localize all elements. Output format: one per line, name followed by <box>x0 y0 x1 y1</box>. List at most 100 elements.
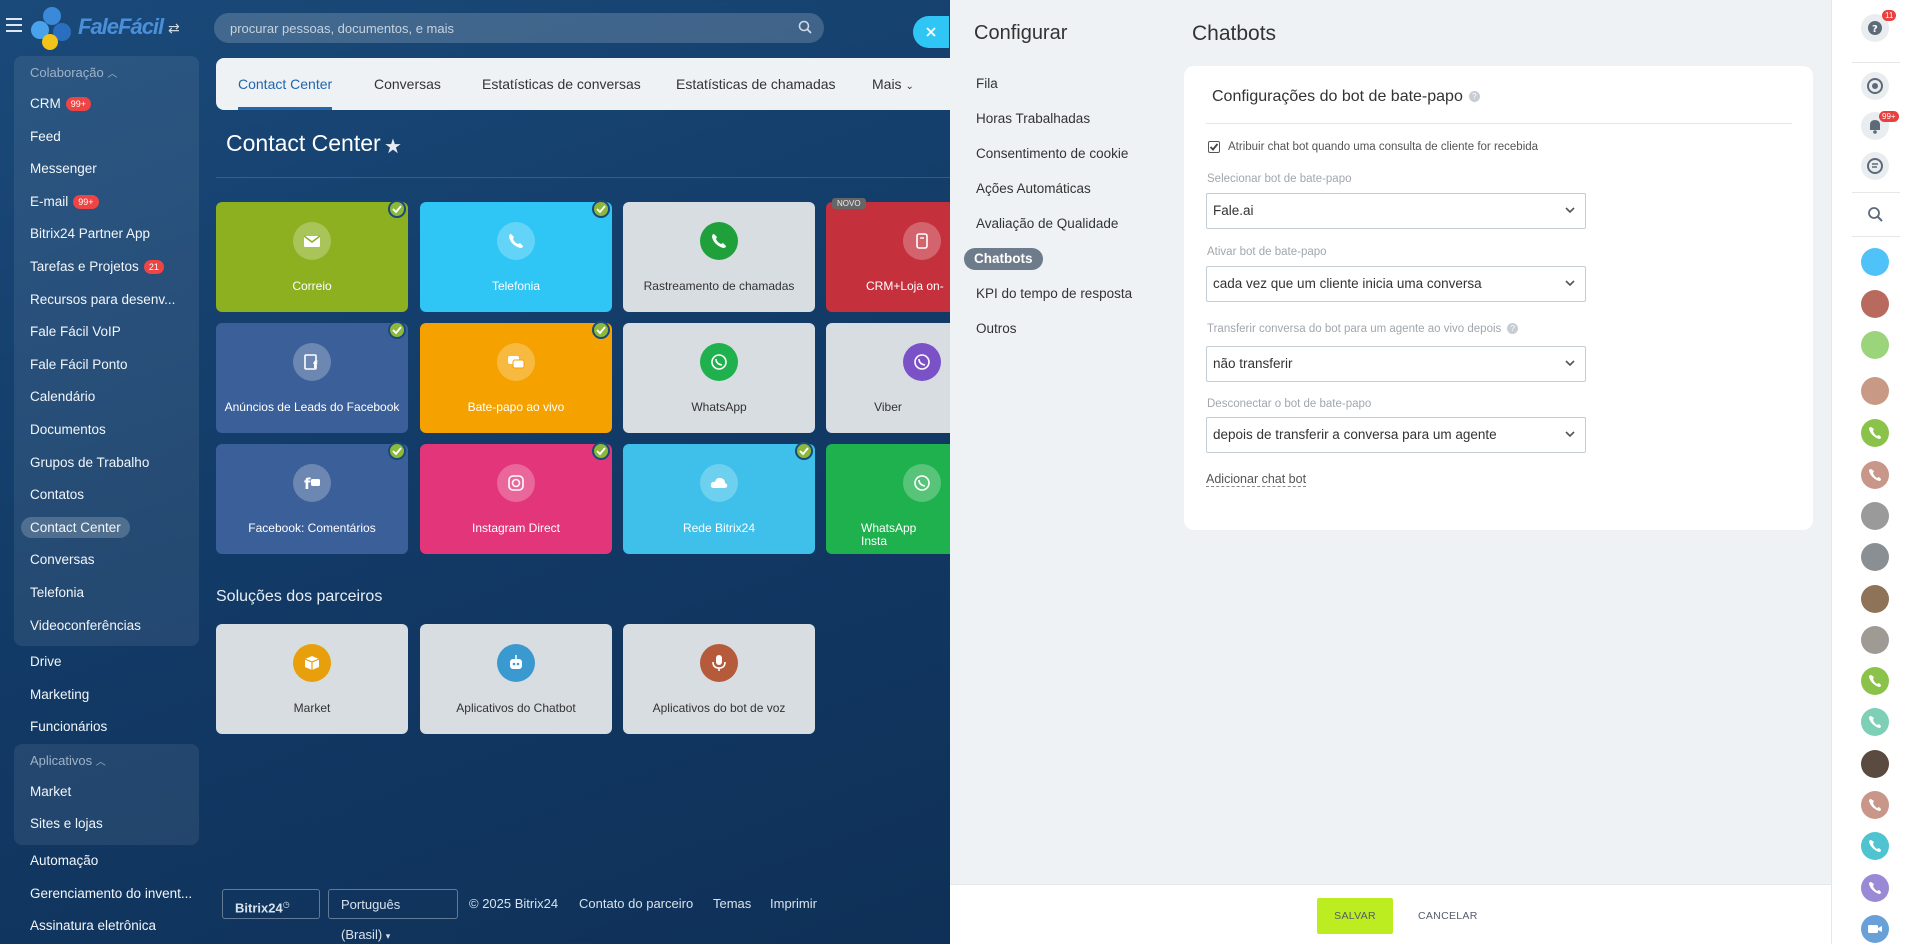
language-select[interactable]: Português (Brasil) ▾ <box>328 889 458 942</box>
group-title-apps[interactable]: Aplicativos ︿ <box>14 746 199 776</box>
transfer-dropdown[interactable]: não transferir <box>1206 346 1586 382</box>
settings-menu-chatbots[interactable]: Chatbots <box>964 248 1043 270</box>
footer-partner-link[interactable]: Contato do parceiro <box>579 889 693 919</box>
star-icon[interactable]: ★ <box>384 134 402 159</box>
sidebar-item-inventory[interactable]: Gerenciamento do invent... <box>0 878 200 911</box>
footer-themes-link[interactable]: Temas <box>713 889 751 919</box>
sidebar-item-market[interactable]: Market <box>14 776 199 809</box>
tab-conversations[interactable]: Conversas <box>374 58 441 110</box>
sidebar-item-conversations[interactable]: Conversas <box>14 544 199 577</box>
sidebar-item-ponto[interactable]: Fale Fácil Ponto <box>14 349 199 382</box>
user-avatar[interactable] <box>1861 626 1889 654</box>
phone-avatar-icon[interactable] <box>1861 461 1889 489</box>
tile-chatbot-apps[interactable]: Aplicativos do Chatbot <box>420 624 612 734</box>
settings-menu-queue[interactable]: Fila <box>976 71 998 97</box>
tile-whatsapp-instant[interactable]: WhatsApp Insta <box>826 444 950 554</box>
sidebar-item-dev-resources[interactable]: Recursos para desenv... <box>14 284 199 317</box>
logo[interactable]: FaleFácil <box>28 4 164 52</box>
sidebar-item-esignature[interactable]: Assinatura eletrônica <box>0 910 200 943</box>
add-chatbot-link[interactable]: Adicionar chat bot <box>1206 472 1307 487</box>
checkbox[interactable] <box>1208 141 1220 153</box>
tile-bitrix-network[interactable]: Rede Bitrix24 <box>623 442 815 554</box>
tile-telephony[interactable]: Telefonia <box>420 200 612 312</box>
sidebar-item-videoconferences[interactable]: Videoconferências <box>14 610 199 643</box>
phone-avatar-icon[interactable] <box>1861 791 1889 819</box>
tile-facebook-leads[interactable]: f Anúncios de Leads do Facebook <box>216 321 408 433</box>
tab-contact-center[interactable]: Contact Center <box>238 58 333 110</box>
tile-mail[interactable]: Correio <box>216 200 408 312</box>
sidebar-item-email[interactable]: E-mail 99+ <box>14 186 199 219</box>
user-avatar[interactable] <box>1861 290 1889 318</box>
close-button[interactable] <box>913 16 949 48</box>
chat-avatar[interactable] <box>1861 331 1889 359</box>
sidebar-item-drive[interactable]: Drive <box>0 646 200 679</box>
assign-bot-checkbox[interactable]: Atribuir chat bot quando uma consulta de… <box>1208 141 1538 153</box>
sidebar-item-telephony[interactable]: Telefonia <box>14 577 199 610</box>
menu-icon[interactable] <box>6 18 22 32</box>
footer-brand[interactable]: Bitrix24◷ <box>222 889 320 919</box>
sidebar-item-automation[interactable]: Automação <box>0 845 200 878</box>
search-icon[interactable] <box>1861 200 1889 228</box>
settings-menu-quality[interactable]: Avaliação de Qualidade <box>976 211 1118 237</box>
sidebar-item-employees[interactable]: Funcionários <box>0 711 200 744</box>
sidebar-item-calendar[interactable]: Calendário <box>14 381 199 414</box>
tile-viber[interactable]: Viber <box>826 323 950 433</box>
phone-avatar-icon[interactable] <box>1861 832 1889 860</box>
footer-print-link[interactable]: Imprimir <box>770 889 817 919</box>
sidebar-item-contacts[interactable]: Contatos <box>14 479 199 512</box>
sidebar-item-messenger[interactable]: Messenger <box>14 153 199 186</box>
sidebar-item-marketing[interactable]: Marketing <box>0 679 200 712</box>
tile-live-chat[interactable]: Bate-papo ao vivo <box>420 321 612 433</box>
activate-bot-dropdown[interactable]: cada vez que um cliente inicia uma conve… <box>1206 266 1586 302</box>
tile-whatsapp[interactable]: WhatsApp <box>623 323 815 433</box>
phone-avatar-icon[interactable] <box>1861 708 1889 736</box>
sidebar-item-contact-center[interactable]: Contact Center <box>14 512 199 545</box>
sidebar-item-crm[interactable]: CRM 99+ <box>14 88 199 121</box>
chevron-down-icon <box>1565 360 1575 367</box>
swap-icon[interactable]: ⇄ <box>168 20 180 37</box>
sidebar-item-sites[interactable]: Sites e lojas <box>14 808 199 841</box>
user-avatar[interactable] <box>1861 502 1889 530</box>
user-avatar[interactable] <box>1861 543 1889 571</box>
copilot-icon[interactable] <box>1861 72 1889 100</box>
settings-menu-work-hours[interactable]: Horas Trabalhadas <box>976 106 1090 132</box>
tile-voice-bot-apps[interactable]: Aplicativos do bot de voz <box>623 624 815 734</box>
sidebar-item-workgroups[interactable]: Grupos de Trabalho <box>14 447 199 480</box>
tile-market[interactable]: Market <box>216 624 408 734</box>
disconnect-bot-dropdown[interactable]: depois de transferir a conversa para um … <box>1206 417 1586 453</box>
sidebar-item-feed[interactable]: Feed <box>14 121 199 154</box>
tile-crm-store[interactable]: NOVO CRM+Loja on- <box>826 198 950 312</box>
settings-menu-auto-actions[interactable]: Ações Automáticas <box>976 176 1091 202</box>
messages-icon[interactable] <box>1861 152 1889 180</box>
settings-menu-kpi[interactable]: KPI do tempo de resposta <box>976 281 1132 307</box>
chat-avatar[interactable] <box>1861 248 1889 276</box>
tab-call-stats[interactable]: Estatísticas de chamadas <box>676 58 836 110</box>
settings-menu-others[interactable]: Outros <box>976 316 1017 342</box>
user-avatar[interactable] <box>1861 750 1889 778</box>
phone-avatar-icon[interactable] <box>1861 419 1889 447</box>
tile-instagram-direct[interactable]: Instagram Direct <box>420 442 612 554</box>
settings-menu-cookie-consent[interactable]: Consentimento de cookie <box>976 141 1128 167</box>
group-title-collaboration[interactable]: Colaboração ︿ <box>14 58 199 88</box>
search-input[interactable] <box>214 13 824 43</box>
phone-avatar-icon[interactable] <box>1861 874 1889 902</box>
sidebar-item-voip[interactable]: Fale Fácil VoIP <box>14 316 199 349</box>
user-avatar[interactable] <box>1861 377 1889 405</box>
save-button[interactable]: SALVAR <box>1317 898 1393 934</box>
video-avatar-icon[interactable] <box>1861 915 1889 943</box>
sidebar-item-partner-app[interactable]: Bitrix24 Partner App <box>14 218 199 251</box>
tile-facebook-comments[interactable]: f Facebook: Comentários <box>216 442 408 554</box>
user-avatar[interactable] <box>1861 585 1889 613</box>
tile-call-tracking[interactable]: Rastreamento de chamadas <box>623 202 815 312</box>
sidebar-item-tasks[interactable]: Tarefas e Projetos 21 <box>14 251 199 284</box>
help-icon[interactable]: ? <box>1507 323 1519 335</box>
search-icon[interactable] <box>798 20 812 34</box>
sidebar-item-documents[interactable]: Documentos <box>14 414 199 447</box>
search-box[interactable] <box>214 13 824 43</box>
cancel-button[interactable]: CANCELAR <box>1408 898 1488 934</box>
phone-avatar-icon[interactable] <box>1861 667 1889 695</box>
select-bot-dropdown[interactable]: Fale.ai <box>1206 193 1586 229</box>
help-icon[interactable]: ? <box>1468 91 1480 103</box>
tab-conversation-stats[interactable]: Estatísticas de conversas <box>482 58 641 110</box>
tab-more[interactable]: Mais ⌄ <box>872 58 914 110</box>
